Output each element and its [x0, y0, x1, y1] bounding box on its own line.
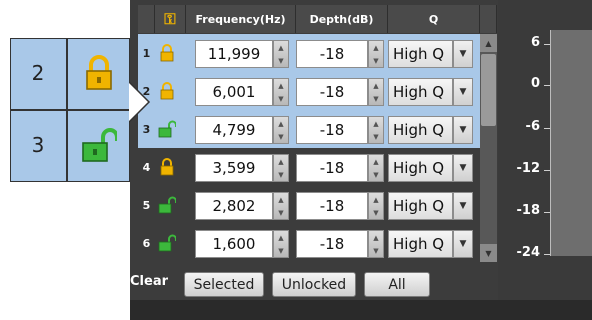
depth-input[interactable]: -18 [296, 78, 368, 106]
clear-selected-button[interactable]: Selected [184, 272, 264, 297]
depth-input[interactable]: -18 [296, 230, 368, 258]
tick-label: -12 [516, 161, 541, 176]
lock-locked-icon[interactable] [155, 148, 179, 186]
tick-label: -24 [516, 245, 541, 260]
tick-label: -18 [516, 203, 541, 218]
row-number: 5 [142, 198, 151, 212]
header-depth: Depth(dB) [296, 5, 388, 33]
frequency-stepper[interactable]: ▲ ▼ [273, 116, 289, 144]
tick-label: 0 [530, 76, 540, 91]
lock-locked-icon[interactable] [155, 72, 179, 110]
q-select[interactable]: High Q [388, 40, 453, 68]
depth-stepper[interactable]: ▲ ▼ [368, 154, 384, 182]
frequency-input[interactable]: 1,600 [195, 230, 273, 258]
q-select[interactable]: High Q [388, 78, 453, 106]
key-icon: ⚿ [164, 10, 176, 28]
table-row[interactable]: 6 1,600 ▲ ▼ -18 ▲ ▼ High Q ▼ [138, 224, 495, 262]
graph-plot-area [551, 30, 592, 256]
tick-mark [544, 44, 550, 45]
table-row[interactable]: 3 4,799 ▲ ▼ -18 ▲ ▼ High Q ▼ [138, 110, 495, 148]
table-row[interactable]: 4 3,599 ▲ ▼ -18 ▲ ▼ High Q ▼ [138, 148, 495, 186]
row-number: 6 [142, 236, 151, 250]
chevron-down-icon[interactable]: ▼ [453, 230, 473, 258]
chevron-down-icon[interactable]: ▼ [453, 116, 473, 144]
frequency-input[interactable]: 2,802 [195, 192, 273, 220]
depth-stepper[interactable]: ▲ ▼ [368, 40, 384, 68]
depth-stepper[interactable]: ▲ ▼ [368, 192, 384, 220]
frequency-stepper[interactable]: ▲ ▼ [273, 230, 289, 258]
chevron-down-icon[interactable]: ▼ [453, 78, 473, 106]
frequency-stepper[interactable]: ▲ ▼ [273, 40, 289, 68]
zoom-pointer-arrow [129, 81, 151, 123]
header-q: Q [388, 5, 480, 33]
q-select[interactable]: High Q [388, 154, 453, 182]
depth-input[interactable]: -18 [296, 40, 368, 68]
lock-locked-icon[interactable] [155, 34, 179, 72]
scroll-up-icon[interactable]: ▲ [480, 34, 497, 52]
clear-label: Clear [130, 274, 168, 289]
row-number: 1 [142, 46, 151, 60]
header-frequency: Frequency(Hz) [186, 5, 296, 33]
row-number: 4 [142, 160, 151, 174]
depth-input[interactable]: -18 [296, 116, 368, 144]
zoom-row-number: 3 [31, 133, 45, 157]
lock-locked-icon [67, 38, 130, 108]
depth-stepper[interactable]: ▲ ▼ [368, 78, 384, 106]
table-row[interactable]: 2 6,001 ▲ ▼ -18 ▲ ▼ High Q ▼ [138, 72, 495, 110]
depth-stepper[interactable]: ▲ ▼ [368, 230, 384, 258]
q-select[interactable]: High Q [388, 116, 453, 144]
chevron-down-icon[interactable]: ▼ [453, 154, 473, 182]
table-row[interactable]: 5 2,802 ▲ ▼ -18 ▲ ▼ High Q ▼ [138, 186, 495, 224]
lock-unlocked-icon[interactable] [155, 186, 179, 224]
panel-footer [130, 300, 592, 320]
frequency-stepper[interactable]: ▲ ▼ [273, 78, 289, 106]
frequency-stepper[interactable]: ▲ ▼ [273, 192, 289, 220]
frequency-input[interactable]: 4,799 [195, 116, 273, 144]
tick-mark [544, 128, 550, 129]
clear-all-button[interactable]: All [364, 272, 430, 297]
depth-input[interactable]: -18 [296, 192, 368, 220]
scrollbar-thumb[interactable] [481, 54, 496, 126]
tick-mark [544, 254, 550, 255]
frequency-stepper[interactable]: ▲ ▼ [273, 154, 289, 182]
zoom-row-number: 2 [31, 61, 45, 85]
chevron-down-icon[interactable]: ▼ [453, 40, 473, 68]
header-scroll-corner [480, 5, 497, 33]
frequency-input[interactable]: 3,599 [195, 154, 273, 182]
scroll-down-icon[interactable]: ▼ [480, 244, 497, 262]
graph-axis [550, 30, 551, 256]
frequency-input[interactable]: 11,999 [195, 40, 273, 68]
q-select[interactable]: High Q [388, 230, 453, 258]
depth-stepper[interactable]: ▲ ▼ [368, 116, 384, 144]
tick-label: -6 [525, 119, 540, 134]
frequency-input[interactable]: 6,001 [195, 78, 273, 106]
header-lock: ⚿ [155, 5, 186, 33]
lock-unlocked-icon[interactable] [155, 224, 179, 262]
q-select[interactable]: High Q [388, 192, 453, 220]
depth-input[interactable]: -18 [296, 154, 368, 182]
header-number [138, 5, 155, 33]
lock-unlocked-icon[interactable] [155, 110, 179, 148]
lock-unlocked-icon [67, 110, 130, 180]
tick-mark [544, 212, 550, 213]
clear-unlocked-button[interactable]: Unlocked [272, 272, 356, 297]
chevron-down-icon[interactable]: ▼ [453, 192, 473, 220]
tick-mark [544, 170, 550, 171]
tick-mark [544, 85, 550, 86]
tick-label: 6 [530, 35, 540, 50]
table-row[interactable]: 1 11,999 ▲ ▼ -18 ▲ ▼ High Q ▼ [138, 34, 495, 72]
